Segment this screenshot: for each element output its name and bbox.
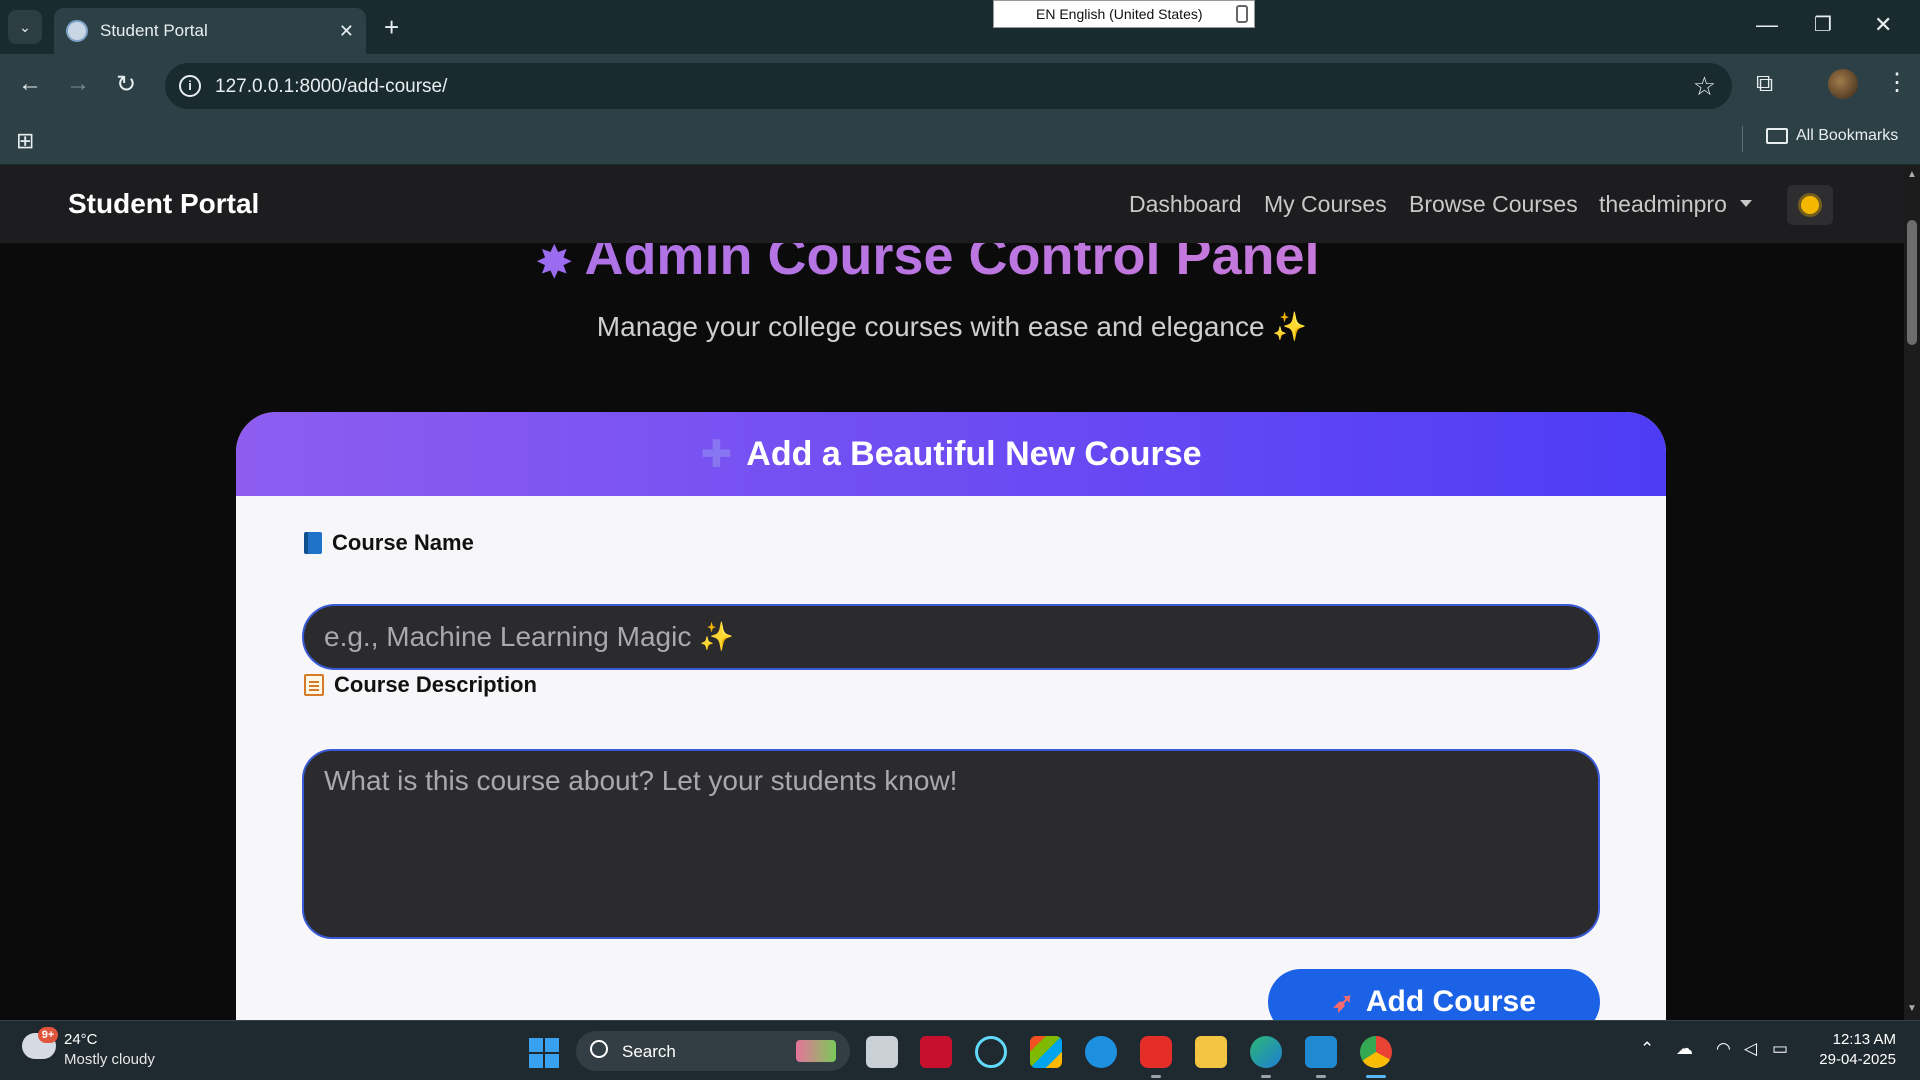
search-label: Search xyxy=(622,1042,676,1061)
memo-icon xyxy=(304,674,324,696)
forward-button[interactable]: → xyxy=(66,70,90,98)
add-course-label: Add Course xyxy=(1365,985,1536,1018)
search-icon xyxy=(590,1040,608,1058)
taskbar-search[interactable]: Search xyxy=(576,1031,850,1071)
task-view-icon[interactable] xyxy=(866,1036,898,1068)
card-title: Add a Beautiful New Course xyxy=(746,434,1202,473)
browser-tab[interactable]: Student Portal ✕ xyxy=(54,8,366,54)
browser-toolbar: ← → ↻ i 127.0.0.1:8000/add-course/ ☆ ⧉ ⋮ xyxy=(0,54,1920,118)
edge-icon[interactable] xyxy=(1250,1036,1282,1068)
tab-title: Student Portal xyxy=(100,21,208,40)
vscode-icon[interactable] xyxy=(1305,1036,1337,1068)
site-navbar: Student Portal Dashboard My Courses Brow… xyxy=(0,165,1904,243)
add-course-button[interactable]: ➶ Add Course xyxy=(1268,969,1600,1020)
back-button[interactable]: ← xyxy=(18,70,42,98)
nav-browse-courses[interactable]: Browse Courses xyxy=(1409,191,1578,218)
ime-mode-icon xyxy=(1236,5,1248,23)
tab-favicon-icon xyxy=(66,20,88,42)
chevron-down-icon xyxy=(1740,200,1752,207)
page-viewport: ✸ Admin Course Control Panel Manage your… xyxy=(0,165,1904,1020)
weather-badge: 9+ xyxy=(38,1027,58,1043)
all-bookmarks-button[interactable]: All Bookmarks xyxy=(1766,127,1898,145)
theme-toggle-button[interactable] xyxy=(1787,185,1833,225)
course-description-label: Course Description xyxy=(304,672,537,698)
windows-logo-icon xyxy=(529,1038,543,1052)
bookmark-star-icon[interactable]: ☆ xyxy=(1693,71,1716,102)
sun-icon xyxy=(1801,196,1819,214)
chevron-up-icon[interactable]: ⌃ xyxy=(1640,1039,1654,1059)
bookmarks-divider xyxy=(1742,126,1743,152)
course-description-input[interactable] xyxy=(302,749,1600,939)
add-course-card: ✚ Add a Beautiful New Course Course Name… xyxy=(236,412,1666,1020)
address-bar[interactable]: i 127.0.0.1:8000/add-course/ ☆ xyxy=(165,63,1732,109)
vscode-running-indicator xyxy=(1316,1075,1326,1078)
onedrive-icon[interactable]: ☁ xyxy=(1676,1039,1693,1059)
page-subtitle: Manage your college courses with ease an… xyxy=(596,311,1308,342)
language-label: EN English (United States) xyxy=(1036,6,1203,22)
clock-date[interactable]: 29-04-2025 xyxy=(1814,1051,1896,1068)
scroll-up-icon[interactable]: ▲ xyxy=(1907,169,1917,180)
user-menu-toggle[interactable]: theadminpro xyxy=(1599,191,1727,218)
close-tab-icon[interactable]: ✕ xyxy=(339,21,354,42)
nav-my-courses[interactable]: My Courses xyxy=(1264,191,1387,218)
brand-link[interactable]: Student Portal xyxy=(68,188,259,220)
clock-time[interactable]: 12:13 AM xyxy=(1826,1031,1896,1048)
docker-icon[interactable] xyxy=(1085,1036,1117,1068)
chrome-active-indicator xyxy=(1366,1075,1386,1078)
course-name-input[interactable] xyxy=(302,604,1600,670)
weather-temp: 24°C xyxy=(64,1031,98,1048)
chrome-icon[interactable] xyxy=(1360,1036,1392,1068)
tab-search-button[interactable]: ⌄ xyxy=(8,10,42,44)
browser-menu-icon[interactable]: ⋮ xyxy=(1885,68,1909,97)
reload-button[interactable]: ↻ xyxy=(116,70,136,99)
rocket-icon: ➶ xyxy=(1332,986,1354,1017)
scroll-down-icon[interactable]: ▼ xyxy=(1907,1003,1917,1014)
volume-icon[interactable]: ◁ xyxy=(1744,1039,1757,1059)
site-info-icon[interactable]: i xyxy=(179,75,201,97)
new-tab-button[interactable]: + xyxy=(384,12,399,43)
browser-tab-bar: ⌄ Student Portal ✕ + EN English (United … xyxy=(0,0,1920,54)
weather-description: Mostly cloudy xyxy=(64,1051,155,1068)
card-header: ✚ Add a Beautiful New Course xyxy=(236,412,1666,496)
file-explorer-icon[interactable] xyxy=(1195,1036,1227,1068)
page-scrollbar[interactable]: ▲ ▼ xyxy=(1904,165,1920,1020)
course-name-label: Course Name xyxy=(304,530,474,556)
bookmarks-bar: ⊞ All Bookmarks xyxy=(0,118,1920,165)
book-icon xyxy=(304,532,322,554)
os-taskbar: 9+ 24°C Mostly cloudy Search ⌃ ☁ ◠ ◁ ▭ 1… xyxy=(0,1020,1920,1080)
scroll-thumb[interactable] xyxy=(1907,220,1917,345)
store-icon[interactable] xyxy=(1030,1036,1062,1068)
extensions-icon[interactable]: ⧉ xyxy=(1756,70,1773,98)
course-description-label-text: Course Description xyxy=(334,672,537,697)
restore-button[interactable]: ❐ xyxy=(1814,12,1832,37)
apps-grid-icon[interactable]: ⊞ xyxy=(16,128,34,154)
profile-avatar[interactable] xyxy=(1828,69,1858,99)
wifi-icon[interactable]: ◠ xyxy=(1716,1039,1731,1059)
close-window-button[interactable]: ✕ xyxy=(1874,12,1892,38)
search-highlight-icon xyxy=(796,1040,836,1062)
course-name-label-text: Course Name xyxy=(332,530,474,555)
folder-icon xyxy=(1766,128,1788,144)
plus-icon: ✚ xyxy=(700,433,733,476)
youtube-running-indicator xyxy=(1151,1075,1161,1078)
mcafee-icon[interactable] xyxy=(920,1036,952,1068)
youtube-icon[interactable] xyxy=(1140,1036,1172,1068)
all-bookmarks-label: All Bookmarks xyxy=(1796,127,1899,144)
start-button[interactable] xyxy=(529,1038,559,1068)
nav-dashboard[interactable]: Dashboard xyxy=(1129,191,1242,218)
edge-running-indicator xyxy=(1261,1075,1271,1078)
url-text[interactable]: 127.0.0.1:8000/add-course/ xyxy=(215,76,447,98)
react-icon[interactable] xyxy=(975,1036,1007,1068)
language-indicator: EN English (United States) xyxy=(993,0,1255,28)
battery-icon[interactable]: ▭ xyxy=(1772,1039,1788,1059)
minimize-button[interactable]: — xyxy=(1756,12,1778,38)
